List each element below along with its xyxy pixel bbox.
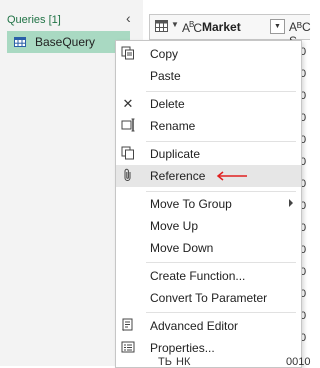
menu-separator bbox=[146, 91, 296, 92]
paperclip-icon bbox=[120, 168, 136, 184]
submenu-arrow-icon bbox=[289, 199, 293, 207]
menu-item-copy[interactable]: Copy bbox=[116, 43, 301, 65]
menu-item-move-up[interactable]: Move Up bbox=[116, 215, 301, 237]
delete-icon: ✕ bbox=[122, 96, 134, 111]
menu-item-convert-to-parameter[interactable]: Convert To Parameter bbox=[116, 287, 301, 309]
filter-dropdown-icon[interactable]: ▼ bbox=[270, 19, 285, 34]
rename-icon bbox=[120, 118, 136, 134]
grid-cell: ТЬ bbox=[158, 356, 172, 368]
menu-separator bbox=[146, 141, 296, 142]
menu-item-paste[interactable]: Paste bbox=[116, 65, 301, 87]
properties-icon bbox=[120, 340, 136, 356]
column-type-icon[interactable]: ABC bbox=[182, 20, 202, 35]
menu-item-move-down[interactable]: Move Down bbox=[116, 237, 301, 259]
menu-item-delete[interactable]: ✕ Delete bbox=[116, 93, 301, 115]
query-item-label: BaseQuery bbox=[35, 35, 96, 49]
grid-cell: 0010 bbox=[286, 356, 311, 368]
chevron-down-icon[interactable]: ▼ bbox=[171, 20, 179, 29]
menu-item-move-to-group[interactable]: Move To Group bbox=[116, 193, 301, 215]
menu-item-reference[interactable]: Reference bbox=[116, 165, 301, 187]
queries-header: Queries [1] bbox=[7, 14, 61, 26]
context-menu: Copy Paste ✕ Delete Rename Duplicate Ref… bbox=[115, 40, 302, 368]
grid-cell: НК bbox=[176, 356, 191, 368]
annotation-arrow-icon bbox=[216, 171, 247, 181]
menu-item-duplicate[interactable]: Duplicate bbox=[116, 143, 301, 165]
query-item-basequery[interactable]: BaseQuery bbox=[7, 31, 130, 53]
menu-item-rename[interactable]: Rename bbox=[116, 115, 301, 137]
duplicate-icon bbox=[120, 146, 136, 162]
menu-item-create-function[interactable]: Create Function... bbox=[116, 265, 301, 287]
menu-item-properties[interactable]: Properties... bbox=[116, 337, 301, 359]
column-header-market[interactable]: Market bbox=[202, 20, 241, 34]
advanced-editor-icon bbox=[120, 318, 136, 334]
copy-icon bbox=[120, 46, 136, 62]
menu-separator bbox=[146, 312, 296, 313]
menu-separator bbox=[146, 191, 296, 192]
table-menu-icon[interactable] bbox=[155, 20, 168, 32]
collapse-pane-icon[interactable]: ‹ bbox=[126, 10, 131, 26]
grid-header: ▼ ABC Market ▼ AᴮC S bbox=[149, 14, 311, 48]
menu-item-advanced-editor[interactable]: Advanced Editor bbox=[116, 315, 301, 337]
table-icon bbox=[14, 37, 26, 47]
menu-separator bbox=[146, 262, 296, 263]
